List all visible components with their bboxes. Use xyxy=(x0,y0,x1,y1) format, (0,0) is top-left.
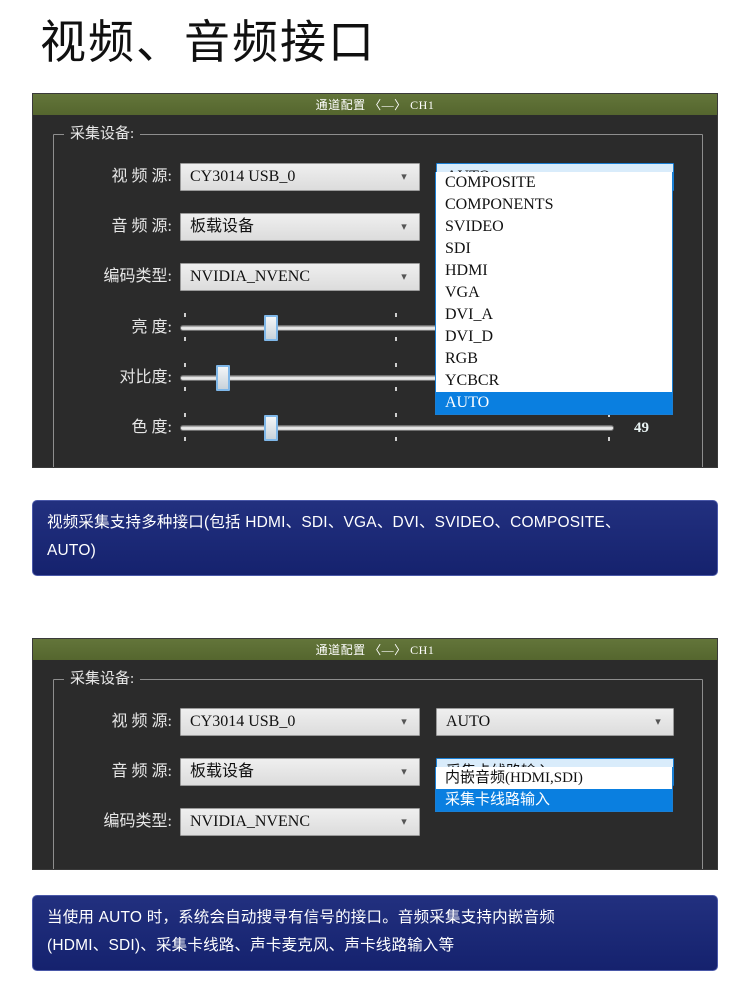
dropdown-option[interactable]: SVIDEO xyxy=(436,216,672,238)
chevron-down-icon: ▾ xyxy=(401,716,407,728)
encode-type-row-2: 编码类型: NVIDIA_NVENC ▾ xyxy=(54,808,702,836)
audio-input-dropdown-list[interactable]: 内嵌音频(HDMI,SDI) 采集卡线路输入 xyxy=(435,767,673,812)
chevron-down-icon: ▾ xyxy=(401,766,407,778)
dropdown-option[interactable]: YCBCR xyxy=(436,370,672,392)
encode-type-value-2: NVIDIA_NVENC xyxy=(190,813,310,830)
caption-2-line-1: 当使用 AUTO 时，系统会自动搜寻有信号的接口。音频采集支持内嵌音频 xyxy=(47,909,555,926)
video-source-row-2: 视 频 源: CY3014 USB_0 ▾ AUTO ▾ xyxy=(54,708,702,736)
video-source-value-1: CY3014 USB_0 xyxy=(190,168,296,185)
dropdown-option-selected[interactable]: AUTO xyxy=(436,392,672,414)
audio-source-label-1: 音 频 源: xyxy=(111,218,172,235)
capture-device-legend-2: 采集设备: xyxy=(64,669,141,689)
encode-type-select-1[interactable]: NVIDIA_NVENC ▾ xyxy=(180,263,420,291)
dropdown-option[interactable]: DVI_A xyxy=(436,304,672,326)
dialog-2-titlebar: 通道配置 〈—〉 CH1 xyxy=(33,639,717,661)
video-source-select-1[interactable]: CY3014 USB_0 ▾ xyxy=(180,163,420,191)
channel-config-dialog-2: 通道配置 〈—〉 CH1 采集设备: 视 频 源: CY3014 USB_0 ▾… xyxy=(32,638,718,870)
dropdown-option[interactable]: RGB xyxy=(436,348,672,370)
chevron-down-icon: ▾ xyxy=(655,716,661,728)
caption-2-line-2: (HDMI、SDI)、采集卡线路、声卡麦克风、声卡线路输入等 xyxy=(47,937,455,954)
chevron-down-icon: ▾ xyxy=(401,221,407,233)
encode-type-label-2: 编码类型: xyxy=(103,813,172,830)
video-interface-select-2[interactable]: AUTO ▾ xyxy=(436,708,674,736)
dropdown-option[interactable]: COMPOSITE xyxy=(436,172,672,194)
video-interface-value-2: AUTO xyxy=(446,713,491,730)
dialog-1-titlebar: 通道配置 〈—〉 CH1 xyxy=(33,94,717,116)
dialog-1-body: 采集设备: 视 频 源: CY3014 USB_0 ▾ AUTO ▾ 音 频 源… xyxy=(33,116,717,467)
dropdown-option[interactable]: HDMI xyxy=(436,260,672,282)
encode-type-select-2[interactable]: NVIDIA_NVENC ▾ xyxy=(180,808,420,836)
caption-box-2: 当使用 AUTO 时，系统会自动搜寻有信号的接口。音频采集支持内嵌音频 (HDM… xyxy=(32,895,718,971)
dropdown-option[interactable]: SDI xyxy=(436,238,672,260)
dropdown-option[interactable]: VGA xyxy=(436,282,672,304)
encode-type-label-1: 编码类型: xyxy=(103,268,172,285)
caption-1-line-2: AUTO) xyxy=(47,542,96,559)
video-source-value-2: CY3014 USB_0 xyxy=(190,713,296,730)
video-source-label-2: 视 频 源: xyxy=(111,713,172,730)
contrast-label: 对比度: xyxy=(119,369,172,386)
dialog-2-body: 采集设备: 视 频 源: CY3014 USB_0 ▾ AUTO ▾ 音 频 源… xyxy=(33,661,717,869)
dropdown-option[interactable]: DVI_D xyxy=(436,326,672,348)
video-interface-dropdown-list[interactable]: COMPOSITE COMPONENTS SVIDEO SDI HDMI VGA… xyxy=(435,172,673,415)
video-source-label-1: 视 频 源: xyxy=(111,168,172,185)
audio-source-value-1: 板载设备 xyxy=(190,218,255,235)
dropdown-option[interactable]: 内嵌音频(HDMI,SDI) xyxy=(436,767,672,789)
hue-thumb[interactable] xyxy=(264,415,278,441)
chevron-down-icon: ▾ xyxy=(401,816,407,828)
audio-source-label-2: 音 频 源: xyxy=(111,763,172,780)
dropdown-option[interactable]: COMPONENTS xyxy=(436,194,672,216)
video-source-select-2[interactable]: CY3014 USB_0 ▾ xyxy=(180,708,420,736)
brightness-thumb[interactable] xyxy=(264,315,278,341)
audio-source-value-2: 板载设备 xyxy=(190,763,255,780)
encode-type-value-1: NVIDIA_NVENC xyxy=(190,268,310,285)
hue-label: 色 度: xyxy=(131,419,172,436)
audio-source-select-2[interactable]: 板载设备 ▾ xyxy=(180,758,420,786)
chevron-down-icon: ▾ xyxy=(401,171,407,183)
capture-device-legend-1: 采集设备: xyxy=(64,124,141,144)
page-root: 视频、音频接口 通道配置 〈—〉 CH1 采集设备: 视 频 源: CY3014… xyxy=(0,0,750,1000)
caption-1-line-1: 视频采集支持多种接口(包括 HDMI、SDI、VGA、DVI、SVIDEO、CO… xyxy=(47,514,621,531)
hue-track[interactable] xyxy=(180,425,614,431)
brightness-label: 亮 度: xyxy=(131,319,172,336)
audio-source-select-1[interactable]: 板载设备 ▾ xyxy=(180,213,420,241)
contrast-thumb[interactable] xyxy=(216,365,230,391)
slider-ticks-bottom xyxy=(180,437,614,441)
chevron-down-icon: ▾ xyxy=(401,271,407,283)
channel-config-dialog-1: 通道配置 〈—〉 CH1 采集设备: 视 频 源: CY3014 USB_0 ▾… xyxy=(32,93,718,468)
caption-box-1: 视频采集支持多种接口(包括 HDMI、SDI、VGA、DVI、SVIDEO、CO… xyxy=(32,500,718,576)
page-title: 视频、音频接口 xyxy=(40,17,376,68)
dropdown-option-selected[interactable]: 采集卡线路输入 xyxy=(436,789,672,811)
